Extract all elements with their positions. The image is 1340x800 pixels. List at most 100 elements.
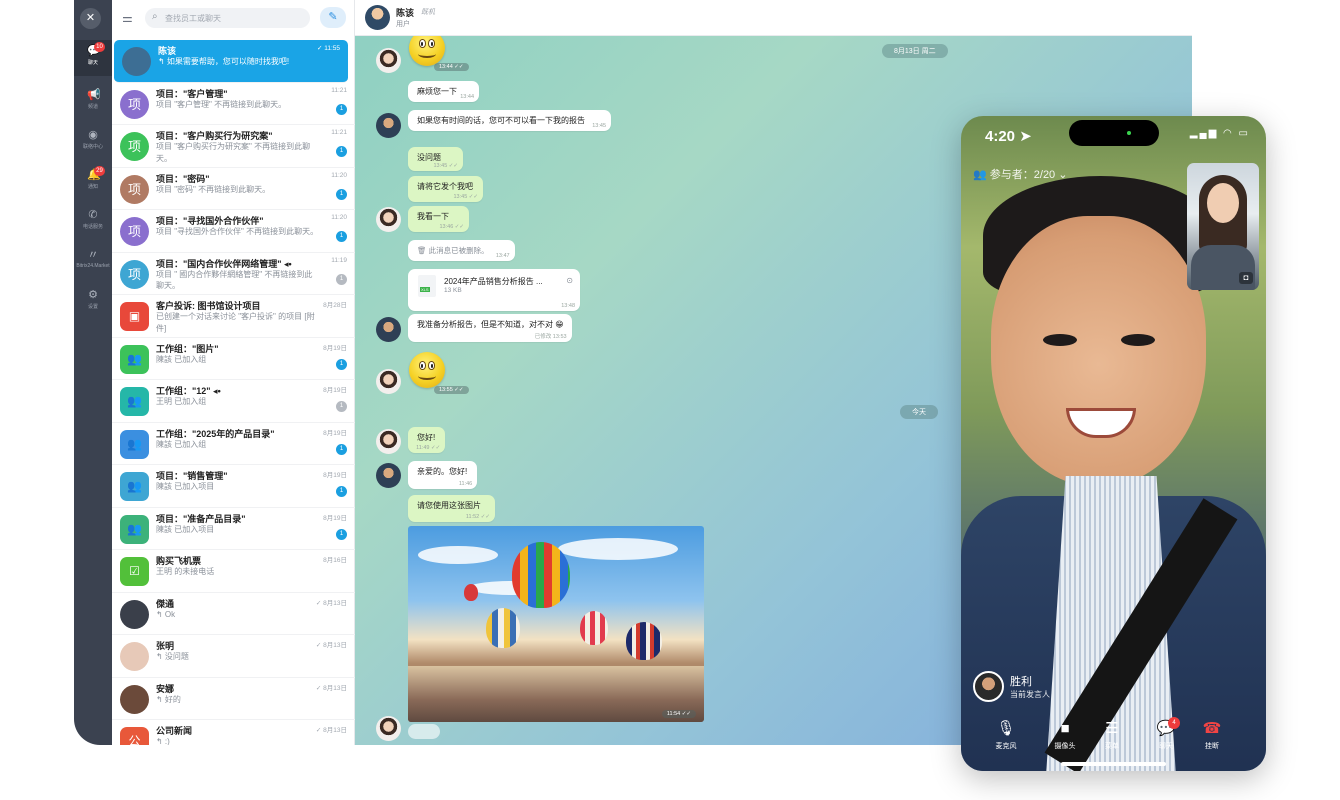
chat-item[interactable]: 👥 工作组："12" ◂• 8月19日 王明 已加入组 1	[112, 380, 355, 423]
sticker-smile[interactable]	[409, 36, 445, 66]
unread-badge: 1	[336, 401, 347, 412]
avatar[interactable]	[365, 5, 390, 30]
message-text: 🗑 此消息已被删除。	[417, 246, 489, 255]
avatar: 👥	[120, 344, 149, 374]
reactions[interactable]	[408, 724, 440, 739]
microphone-button[interactable]: 🎙 麦克风	[981, 719, 1031, 751]
unread-badge: 1	[336, 103, 347, 115]
chat-item[interactable]: 项项目："寻找国外合作伙伴" 11:20 项目 "寻找国外合作伙伴" 不再链接到此聊…	[112, 210, 355, 253]
rail-item-contact-center[interactable]: ◉ 联络中心	[74, 124, 112, 160]
chat-item[interactable]: 👥 工作组："图片" 8月19日 陳該 已加入组 1	[112, 338, 355, 380]
chat-item[interactable]: 安娜 ✓ 8月13日 ↰ 好的	[112, 678, 355, 720]
rail-item-market[interactable]: 〃 Bitrix24.Market	[74, 244, 112, 280]
message-bubble[interactable]: 如果您有时间的话，您可不可以看一下我的报告 13:45	[408, 110, 611, 131]
unread-badge: 1	[336, 486, 347, 497]
unread-badge: 1	[336, 188, 347, 200]
people-icon: 👥	[973, 169, 990, 181]
message-bubble[interactable]: 没问题 13:45 ✓✓	[408, 147, 463, 171]
chat-time: 8月19日	[323, 344, 347, 352]
chat-time: 8月19日	[323, 387, 347, 394]
switch-camera-icon[interactable]: ◘	[1239, 272, 1253, 284]
message-time: 13:45	[592, 123, 606, 129]
chat-item[interactable]: 张明 ✓ 8月13日 ↰ 没问题	[112, 635, 355, 678]
message-time: 13:47	[495, 253, 510, 259]
message-bubble[interactable]: 亲爱的。您好! 11:46	[408, 461, 478, 489]
message-text: 亲爱的。您好!	[417, 467, 468, 476]
file-size: 13 KB	[444, 287, 462, 294]
message-time: 13:48	[561, 303, 575, 309]
list-toolbar: ⚌ ⌕ ✎	[112, 0, 354, 36]
chat-item[interactable]: ☑ 购买飞机票 8月16日 王明 的未接电话	[112, 550, 355, 593]
chat-preview: 已创建一个对话来讨论 "客户投诉" 的项目 [附件]	[156, 312, 315, 333]
message-bubble[interactable]: 我准备分析报告，但是不知道，对不对 😁 已修改 13:53	[408, 314, 572, 342]
chat-title[interactable]: 陈该	[396, 6, 414, 19]
chat-item[interactable]: 公公司新闻 ✓ 8月13日 ↰ :)	[112, 720, 355, 745]
message-bubble[interactable]: 您好! 11:49 ✓✓	[408, 427, 446, 453]
message-text: 麻烦您一下	[417, 87, 457, 96]
chat-badge: 4	[1168, 717, 1180, 729]
search-input[interactable]	[165, 8, 305, 28]
home-indicator[interactable]	[1061, 762, 1166, 766]
chat-item[interactable]: 项项目："客户管理" 11:21 项目 "客户管理" 不再链接到此聊天。 1	[112, 83, 355, 125]
photo-message[interactable]: 11:54 ✓✓	[408, 526, 704, 722]
chat-item[interactable]: 项项目："客户购买行为研究案" 11:21 项目 "客户购买行为研究案" 不再链接到…	[112, 125, 355, 168]
chat-preview: 项目 "客户管理" 不再链接到此聊天。	[156, 99, 287, 109]
chat-button[interactable]: 💬 聊天 4	[1141, 717, 1191, 751]
dynamic-island	[1069, 120, 1159, 146]
message-time: 13:45 ✓✓	[453, 194, 478, 200]
notification-badge: 29	[94, 166, 105, 176]
contact-center-icon: ◉	[88, 129, 98, 141]
file-message[interactable]: XLS 2024年产品销售分析报告 ... 13 KB ⊙ 13:48	[408, 269, 580, 311]
chat-time: ✓ 8月13日	[315, 642, 347, 649]
avatar	[120, 599, 149, 629]
rail-label: 通知	[87, 184, 98, 190]
avatar: 项	[120, 217, 149, 246]
pip-face	[1207, 183, 1239, 223]
search-icon: ⌕	[152, 11, 158, 22]
status-icons: ▂▄▆ ◠ ▭	[1189, 128, 1250, 139]
rail-item-settings[interactable]: ⚙ 设置	[74, 284, 112, 320]
download-icon[interactable]: ⊙	[566, 276, 573, 285]
sticker-smile[interactable]	[409, 352, 445, 388]
avatar: 项	[120, 89, 149, 119]
chat-subtitle: 用户	[396, 21, 410, 28]
search-box[interactable]: ⌕	[145, 8, 310, 28]
hangup-button[interactable]: ☎ 挂断	[1187, 719, 1237, 751]
file-ext: XLS	[420, 287, 430, 292]
chat-item[interactable]: 项项目："国内合作伙伴网络管理" ◂• 11:19 项目 " 國内合作夥伴網絡管理"…	[112, 253, 355, 295]
rail-item-notifications[interactable]: 🔔 通知 29	[74, 164, 112, 200]
close-icon[interactable]: ✕	[80, 8, 101, 29]
message-bubble-deleted[interactable]: 🗑 此消息已被删除。 13:47	[408, 240, 515, 261]
message-bubble[interactable]: 请将它发个我吧 13:45 ✓✓	[408, 176, 483, 202]
chat-item[interactable]: 傑通 ✓ 8月13日 ↰ Ok	[112, 593, 355, 635]
chat-item[interactable]: ▣ 客户投诉: 图书馆设计项目 8月28日 已创建一个对话来讨论 "客户投诉" 的项目…	[112, 295, 355, 338]
hot-air-balloon	[486, 608, 520, 648]
message-bubble[interactable]: 麻烦您一下 13:44	[408, 81, 479, 102]
menu-button[interactable]: ☰ 菜单	[1087, 719, 1137, 751]
avatar	[973, 671, 1004, 702]
control-label: 麦克风	[995, 743, 1017, 750]
compose-icon[interactable]: ✎	[320, 7, 346, 28]
chat-time: ✓ 8月13日	[315, 684, 347, 692]
participants-counter[interactable]: 👥 参与者：2/20 ⌄	[973, 166, 1067, 182]
left-rail: ✕ 💬 聊天 10 📢 频道 ◉ 联络中心 🔔 通知 29 ✆ 电话服务 〃 B…	[74, 0, 112, 745]
call-controls: 🎙 麦克风 ■ 摄像头 ☰ 菜单 💬 聊天 4 ☎ 挂断	[961, 717, 1266, 759]
chat-item[interactable]: 👥 项目："销售管理" 8月19日 陳該 已加入项目 1	[112, 465, 355, 508]
avatar	[376, 207, 401, 232]
rail-item-chats[interactable]: 💬 聊天 10	[74, 40, 112, 76]
control-label: 挂断	[1205, 743, 1219, 750]
camera-button[interactable]: ■ 摄像头	[1040, 719, 1090, 751]
chat-item[interactable]: 项项目："密码" 11:20 项目 "密码" 不再链接到此聊天。 1	[112, 168, 355, 210]
hot-air-balloon	[580, 611, 608, 645]
message-bubble[interactable]: 请您使用这张图片 11:52 ✓✓	[408, 495, 495, 522]
filter-icon[interactable]: ⚌	[122, 11, 133, 25]
message-bubble[interactable]: 我看一下 13:46 ✓✓	[408, 206, 469, 232]
self-view-pip[interactable]: ◘	[1187, 163, 1259, 290]
chat-preview: 陳該 已加入组	[156, 354, 207, 364]
chat-item[interactable]: 陈该 ✓ 11:55 ↰ 如果需要帮助，您可以随时找我吧!	[114, 40, 348, 83]
rail-item-channels[interactable]: 📢 频道	[74, 84, 112, 120]
rail-item-telephony[interactable]: ✆ 电话服务	[74, 204, 112, 240]
message-text: 您好!	[417, 433, 436, 442]
chat-item[interactable]: 👥 项目："准备产品目录" 8月19日 陳該 已加入项目 1	[112, 508, 355, 550]
chat-item[interactable]: 👥 工作组："2025年的产品目录" 8月19日 陳該 已加入组 1	[112, 423, 355, 465]
